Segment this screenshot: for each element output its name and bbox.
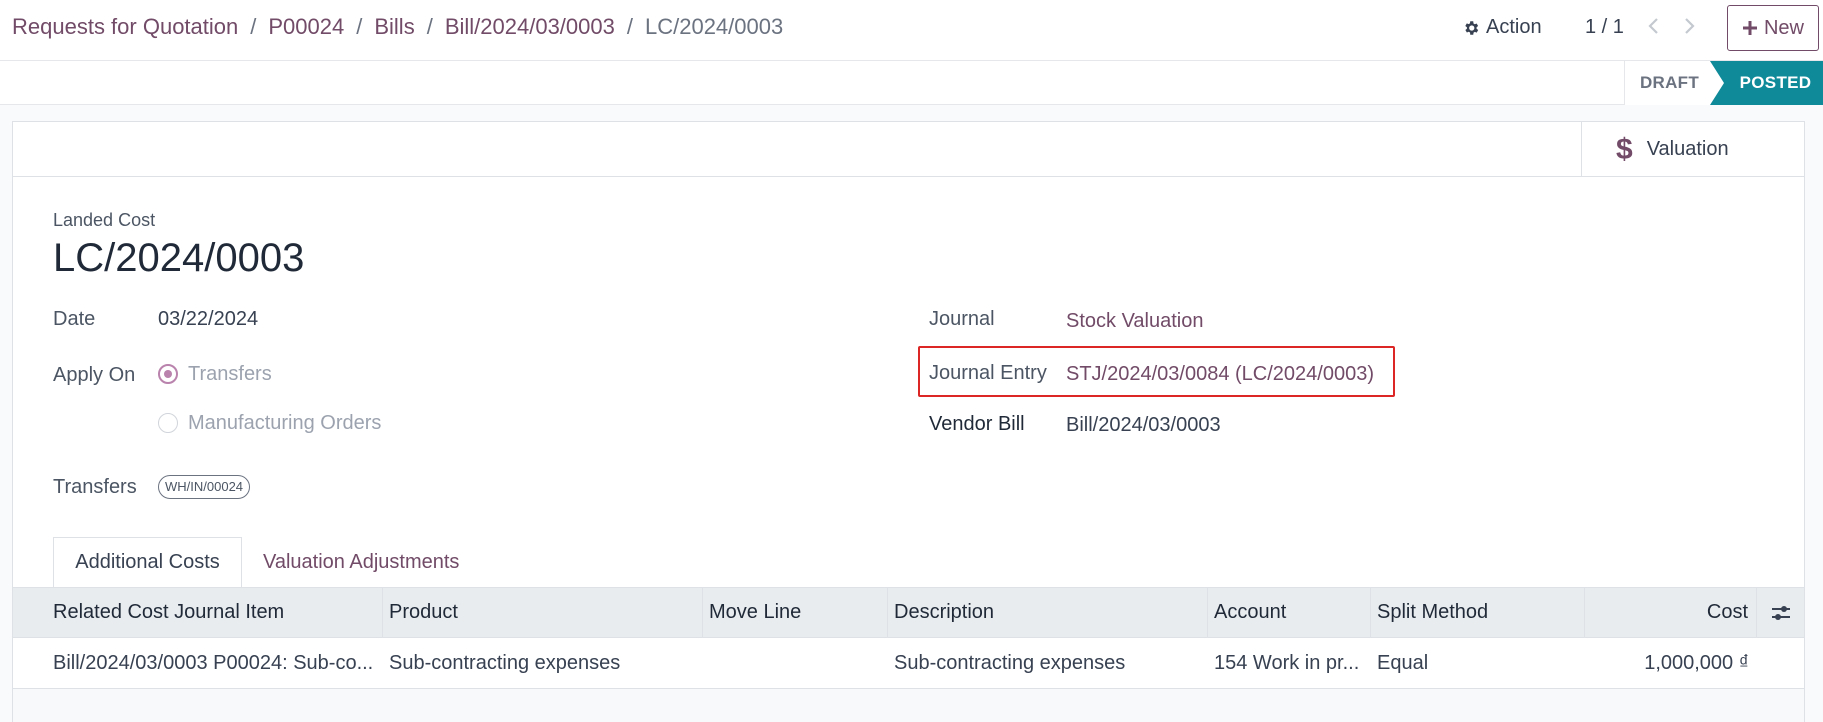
record-type-label: Landed Cost bbox=[53, 210, 156, 230]
breadcrumb-separator: / bbox=[250, 14, 257, 39]
journal-entry-label: Journal Entry bbox=[929, 362, 1047, 384]
cell-product: Sub-contracting expenses bbox=[389, 651, 621, 674]
cell-description: Sub-contracting expenses bbox=[894, 651, 1126, 674]
tab-additional-costs[interactable]: Additional Costs bbox=[53, 537, 242, 588]
control-panel: Requests for Quotation / P00024 / Bills / Bill… bbox=[0, 0, 1823, 61]
column-description[interactable]: Description bbox=[888, 588, 1208, 637]
form-sheet: $ Valuation Landed Cost LC/2024/0003 Dat… bbox=[12, 121, 1805, 722]
new-label: New bbox=[1763, 16, 1804, 39]
plus-icon bbox=[1742, 21, 1757, 35]
breadcrumb-purchase-order[interactable]: P00024 bbox=[268, 14, 344, 39]
cell-account: 154 Work in pr... bbox=[1214, 651, 1360, 674]
chevron-right-icon bbox=[1685, 18, 1695, 34]
breadcrumb-bill[interactable]: Bill/2024/03/0003 bbox=[445, 14, 615, 39]
chevron-left-icon bbox=[1648, 18, 1658, 34]
breadcrumb-separator: / bbox=[426, 14, 433, 39]
valuation-button[interactable]: $ Valuation bbox=[1581, 122, 1804, 177]
sliders-icon bbox=[1771, 605, 1790, 620]
column-account[interactable]: Account bbox=[1208, 588, 1371, 637]
column-product[interactable]: Product bbox=[383, 588, 703, 637]
vendor-bill-field[interactable]: Bill/2024/03/0003 bbox=[1066, 414, 1221, 437]
new-button[interactable]: New bbox=[1727, 5, 1819, 51]
apply-on-transfers-label: Transfers bbox=[188, 363, 272, 385]
smart-button-box: $ Valuation bbox=[13, 122, 1804, 177]
status-stage-posted[interactable]: POSTED bbox=[1710, 61, 1823, 105]
table-row[interactable]: Bill/2024/03/0003 P00024: Sub-co... Sub-… bbox=[13, 638, 1804, 689]
cell-split-method: Equal bbox=[1377, 651, 1429, 674]
breadcrumb-separator: / bbox=[626, 14, 633, 39]
date-field[interactable]: 03/22/2024 bbox=[158, 308, 258, 331]
record-title: LC/2024/0003 bbox=[53, 236, 305, 280]
breadcrumb-separator: / bbox=[356, 14, 363, 39]
cost-lines-header: Related Cost Journal Item Product Move L… bbox=[13, 587, 1804, 638]
pager-previous-button[interactable] bbox=[1644, 14, 1664, 38]
apply-on-transfers-radio[interactable] bbox=[158, 364, 178, 384]
cell-related-cost-journal-item: Bill/2024/03/0003 P00024: Sub-co... bbox=[53, 651, 374, 674]
journal-entry-link[interactable]: STJ/2024/03/0084 (LC/2024/0003) bbox=[1066, 363, 1374, 386]
column-split-method[interactable]: Split Method bbox=[1371, 588, 1585, 637]
transfer-tag[interactable]: WH/IN/00024 bbox=[158, 475, 251, 499]
action-menu-button[interactable]: Action bbox=[1462, 16, 1542, 39]
breadcrumb-rfq[interactable]: Requests for Quotation bbox=[12, 14, 238, 39]
pager-value[interactable]: 1 / 1 bbox=[1585, 16, 1624, 39]
column-cost[interactable]: Cost bbox=[1585, 588, 1757, 637]
apply-on-manufacturing-label: Manufacturing Orders bbox=[188, 412, 382, 434]
status-stage-draft[interactable]: DRAFT bbox=[1624, 61, 1714, 105]
cell-move-line bbox=[703, 638, 888, 688]
valuation-label: Valuation bbox=[1646, 138, 1729, 160]
optional-columns-toggle[interactable] bbox=[1757, 588, 1804, 637]
dollar-icon: $ bbox=[1616, 132, 1633, 166]
date-label: Date bbox=[53, 308, 96, 330]
cell-cost: 1,000,000 ₫ bbox=[1644, 651, 1749, 674]
apply-on-manufacturing-radio[interactable] bbox=[158, 413, 178, 433]
journal-link[interactable]: Stock Valuation bbox=[1066, 310, 1204, 333]
action-label: Action bbox=[1486, 16, 1542, 38]
column-move-line[interactable]: Move Line bbox=[703, 588, 888, 637]
journal-label: Journal bbox=[929, 308, 995, 330]
breadcrumb-current: LC/2024/0003 bbox=[644, 14, 784, 39]
gear-icon bbox=[1465, 20, 1479, 35]
pager-next-button[interactable] bbox=[1679, 14, 1699, 38]
vendor-bill-label: Vendor Bill bbox=[929, 413, 1025, 435]
breadcrumb: Requests for Quotation / P00024 / Bills / Bill… bbox=[12, 14, 783, 40]
apply-on-label: Apply On bbox=[53, 364, 136, 386]
tab-valuation-adjustments[interactable]: Valuation Adjustments bbox=[263, 537, 459, 588]
breadcrumb-bills[interactable]: Bills bbox=[374, 14, 414, 39]
transfers-label: Transfers bbox=[53, 476, 137, 498]
table-empty-area bbox=[13, 689, 1804, 722]
status-bar: DRAFT POSTED bbox=[0, 61, 1823, 105]
column-related-cost-journal-item[interactable]: Related Cost Journal Item bbox=[13, 588, 383, 637]
